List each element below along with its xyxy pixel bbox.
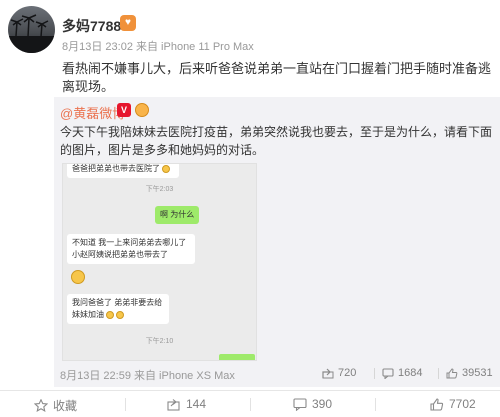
repost-card: @黄磊微博 V 今天下午我陪妹妹去医院打疫苗，弟弟突然说我也要去，至于是为什么，… [54,97,500,387]
share-icon [167,398,181,411]
post-header: 多妈7788 ♥ 8月13日 23:02 来自 iPhone 11 Pro Ma… [8,6,492,56]
thumbs-up-icon [430,397,444,411]
grin-emoji-icon [106,310,114,319]
post-meta: 8月13日 23:02 来自 iPhone 11 Pro Max [62,41,254,53]
repost-meta: 8月13日 22:59 来自 iPhone XS Max [60,370,235,382]
thumbs-up-icon [446,367,458,379]
repost-like-count[interactable]: 39531 [438,367,493,379]
chat-bubble-text: 爸爸把弟弟也带去医院了 [72,164,160,173]
verified-v-icon: V [117,103,131,117]
like-count: 39531 [462,367,493,379]
comment-button[interactable]: 390 [293,397,332,411]
divider [438,368,439,379]
vip-heart-icon[interactable]: ♥ [120,15,136,31]
avatar-palm-tree-image [8,14,55,53]
repost-author-link[interactable]: @黄磊微博 [60,103,125,122]
repost-comment-count[interactable]: 1684 [374,367,423,379]
avatar[interactable] [8,6,55,53]
share-count: 720 [338,367,357,379]
star-icon [34,399,48,412]
action-bar: 收藏 144 390 7702 [0,390,500,417]
chat-bubble-partial [219,354,255,360]
favorite-label: 收藏 [53,399,78,413]
grin-emoji-icon [116,310,124,319]
repost-footer: 8月13日 22:59 来自 iPhone XS Max 720 1684 39… [60,365,494,383]
chat-timestamp: 下午2:10 [145,338,174,345]
share-icon [322,368,334,379]
divider [250,398,251,411]
chat-bubble-reply: 啊 为什么 [155,206,200,224]
laugh-emoji-icon [71,270,85,284]
divider [374,368,375,379]
chat-timestamp: 下午2:03 [145,186,174,193]
comment-count: 1684 [398,367,423,379]
post-text: 看热闹不嫌事儿大，后来听爸爸说弟弟一直站在门口握着门把手随时准备逃离现场。 [62,61,492,94]
username[interactable]: 多妈7788 [62,16,121,36]
like-button[interactable]: 7702 [430,397,476,411]
grin-emoji-icon [162,164,170,173]
repost-count: 144 [186,397,207,411]
repost-share-count[interactable]: 720 [322,367,356,379]
favorite-button[interactable]: 收藏 [34,397,77,414]
comment-count: 390 [312,397,333,411]
chat-screenshot-image[interactable]: 爸爸把弟弟也带去医院了 下午2:03 啊 为什么 不知道 我一上来问弟弟去哪儿了… [62,163,257,361]
repost-text: 今天下午我陪妹妹去医院打疫苗，弟弟突然说我也要去，至于是为什么，请看下面的图片，… [60,125,493,157]
divider [125,398,126,411]
chat-bubble: 我问爸爸了 弟弟非要去给妹妹加油 [67,294,169,324]
comment-icon [293,397,307,411]
comment-icon [382,367,394,379]
member-crown-icon [135,103,149,117]
chat-bubble: 爸爸把弟弟也带去医院了 [67,164,179,178]
like-count: 7702 [449,397,476,411]
repost-button[interactable]: 144 [167,397,206,411]
divider [375,398,376,411]
chat-bubble: 不知道 我一上来问弟弟去哪儿了 小赵阿姨说把弟弟也带去了 [67,234,195,264]
